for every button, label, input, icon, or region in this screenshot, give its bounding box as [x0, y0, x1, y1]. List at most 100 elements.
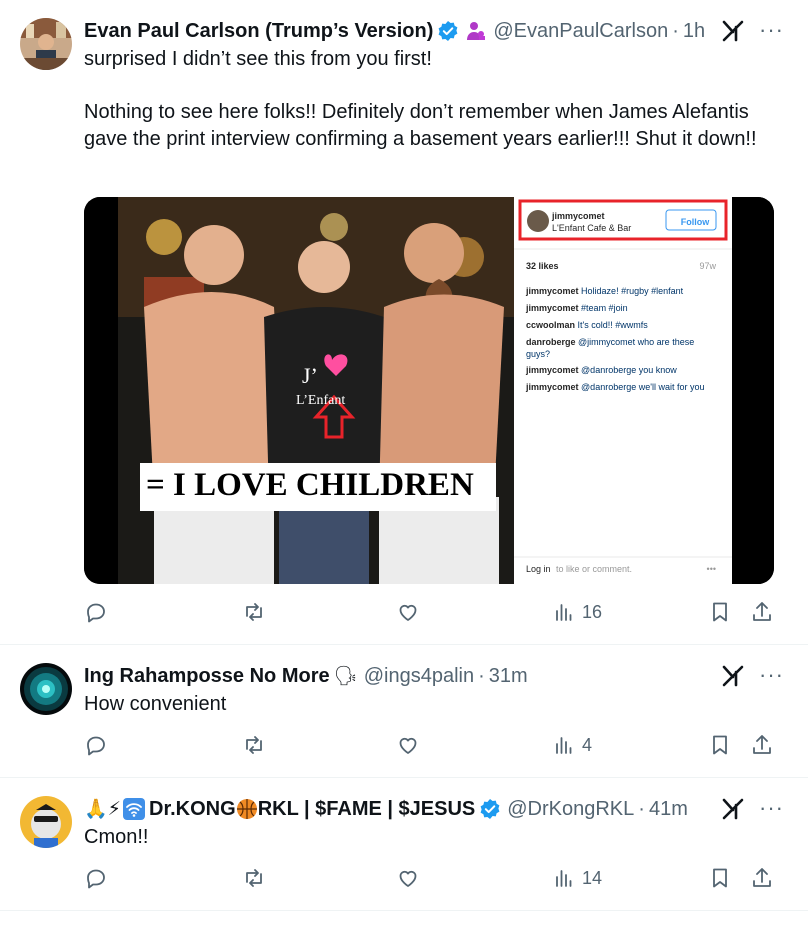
timestamp[interactable]: 1h: [683, 20, 705, 43]
shirt-text: L’Enfant: [296, 393, 346, 408]
tweet-2: Ing Rahamposse No More 🗣 @ings4palin · 3…: [0, 645, 808, 778]
views-button[interactable]: 14: [552, 866, 602, 890]
shirt-text: J’: [302, 363, 318, 388]
timestamp[interactable]: 41m: [649, 798, 688, 821]
ig-comment-user: jimmycomet: [526, 365, 579, 375]
avatar[interactable]: [20, 18, 72, 70]
action-bar: 14: [84, 866, 784, 896]
ig-login-text: to like or comment.: [556, 564, 633, 574]
display-name[interactable]: Ing Rahamposse No More: [84, 665, 330, 688]
tweet-1: Evan Paul Carlson (Trump’s Version) @Eva…: [0, 0, 808, 645]
separator-dot: ·: [672, 19, 679, 42]
tweet-media[interactable]: J’ L’Enfant = I LOVE CHILDREN jimmycomet…: [84, 197, 774, 584]
tweet-header: Evan Paul Carlson (Trump’s Version) @Eva…: [84, 16, 788, 46]
tweet-text: surprised I didn’t see this from you fir…: [84, 46, 784, 153]
tweet-header: Ing Rahamposse No More 🗣 @ings4palin · 3…: [84, 661, 788, 691]
heart-icon: [399, 870, 417, 887]
repost-icon: [246, 736, 262, 754]
share-button[interactable]: [750, 733, 774, 757]
ig-likes: 32 likes: [526, 261, 559, 271]
verified-icon: [438, 21, 458, 41]
ig-comment-text: @danroberge we'll wait for you: [581, 382, 705, 392]
ig-comment-text: @danroberge you know: [581, 365, 677, 375]
tweet-text: Cmon!!: [84, 824, 784, 851]
reply-icon: [87, 736, 105, 756]
bookmark-button[interactable]: [708, 866, 732, 890]
like-button[interactable]: [396, 866, 420, 890]
views-count: 14: [582, 867, 603, 888]
tweet-paragraph: surprised I didn’t see this from you fir…: [84, 48, 432, 70]
ig-comment: ccwoolman It's cold!! #wwmfs: [526, 319, 722, 331]
ig-comment-text: It's cold!! #wwmfs: [577, 320, 648, 330]
tweet-3: 🙏⚡ Dr.KONG RKL | $FAME | $JESUS @DrKongR…: [0, 778, 808, 911]
action-bar: 16: [84, 600, 784, 630]
ig-dots: •••: [706, 564, 716, 574]
reply-button[interactable]: [84, 600, 108, 624]
action-bar: 4: [84, 733, 784, 763]
ig-comment: danroberge @jimmycomet who are these guy…: [526, 336, 716, 360]
verified-icon: [480, 799, 500, 819]
avatar[interactable]: [20, 663, 72, 715]
repost-button[interactable]: [242, 866, 266, 890]
display-name-suffix[interactable]: RKL | $FAME | $JESUS: [258, 798, 476, 821]
handle[interactable]: @ings4palin: [364, 665, 474, 688]
share-icon: [753, 735, 771, 754]
name-prefix-emoji: 🙏⚡: [84, 799, 121, 820]
views-icon: [556, 604, 572, 621]
bookmark-button[interactable]: [708, 733, 732, 757]
bookmark-icon: [713, 735, 727, 755]
views-button[interactable]: 16: [552, 600, 602, 624]
separator-dot: ·: [638, 797, 645, 820]
bookmark-button[interactable]: [708, 600, 732, 624]
tweet-paragraph: How convenient: [84, 693, 227, 715]
share-button[interactable]: [750, 866, 774, 890]
grok-icon[interactable]: [722, 664, 746, 688]
share-icon: [753, 868, 771, 887]
grok-icon[interactable]: [722, 19, 746, 43]
share-icon: [753, 602, 771, 621]
views-count: 16: [582, 601, 603, 622]
handle[interactable]: @DrKongRKL: [507, 798, 634, 821]
handle[interactable]: @EvanPaulCarlson: [493, 20, 668, 43]
like-button[interactable]: [396, 600, 420, 624]
views-button[interactable]: 4: [552, 733, 592, 757]
views-icon: [556, 870, 572, 887]
instagram-panel: jimmycomet L'Enfant Cafe & Bar Follow 32…: [514, 197, 732, 584]
display-name[interactable]: Evan Paul Carlson (Trump’s Version): [84, 20, 433, 43]
tweet-paragraph: Nothing to see here folks!! Definitely d…: [84, 101, 757, 150]
ig-comment-user: ccwoolman: [526, 320, 576, 330]
share-button[interactable]: [750, 600, 774, 624]
grok-icon[interactable]: [722, 797, 746, 821]
views-icon: [556, 737, 572, 754]
bookmark-icon: [713, 602, 727, 622]
more-icon[interactable]: ···: [759, 797, 784, 819]
reply-icon: [87, 603, 105, 623]
ig-comment: jimmycomet #team #join: [526, 302, 722, 314]
heart-icon: [399, 604, 417, 621]
ig-comment-user: jimmycomet: [526, 286, 579, 296]
tweet-text: How convenient: [84, 691, 784, 718]
ig-comment: jimmycomet @danroberge you know: [526, 364, 722, 376]
wifi-emoji-icon: [123, 798, 145, 820]
basketball-icon: [236, 799, 257, 819]
like-button[interactable]: [396, 733, 420, 757]
ig-comment-text: Holidaze! #rugby #lenfant: [581, 286, 684, 296]
more-icon[interactable]: ···: [759, 664, 784, 686]
more-icon[interactable]: ···: [759, 19, 784, 41]
ig-comment-user: jimmycomet: [526, 382, 579, 392]
ig-location: L'Enfant Cafe & Bar: [552, 223, 632, 233]
repost-button[interactable]: [242, 600, 266, 624]
timestamp[interactable]: 31m: [489, 665, 528, 688]
repost-button[interactable]: [242, 733, 266, 757]
separator-dot: ·: [478, 664, 485, 687]
ig-comment: jimmycomet @danroberge we'll wait for yo…: [526, 381, 706, 393]
image-caption: = I LOVE CHILDREN: [146, 467, 474, 503]
person-emoji-icon: [467, 22, 486, 40]
avatar[interactable]: [20, 796, 72, 848]
display-name[interactable]: Dr.KONG: [149, 798, 236, 821]
bookmark-icon: [713, 868, 727, 888]
ig-comment-user: jimmycomet: [526, 303, 579, 313]
reply-button[interactable]: [84, 733, 108, 757]
views-count: 4: [582, 734, 593, 755]
reply-button[interactable]: [84, 866, 108, 890]
